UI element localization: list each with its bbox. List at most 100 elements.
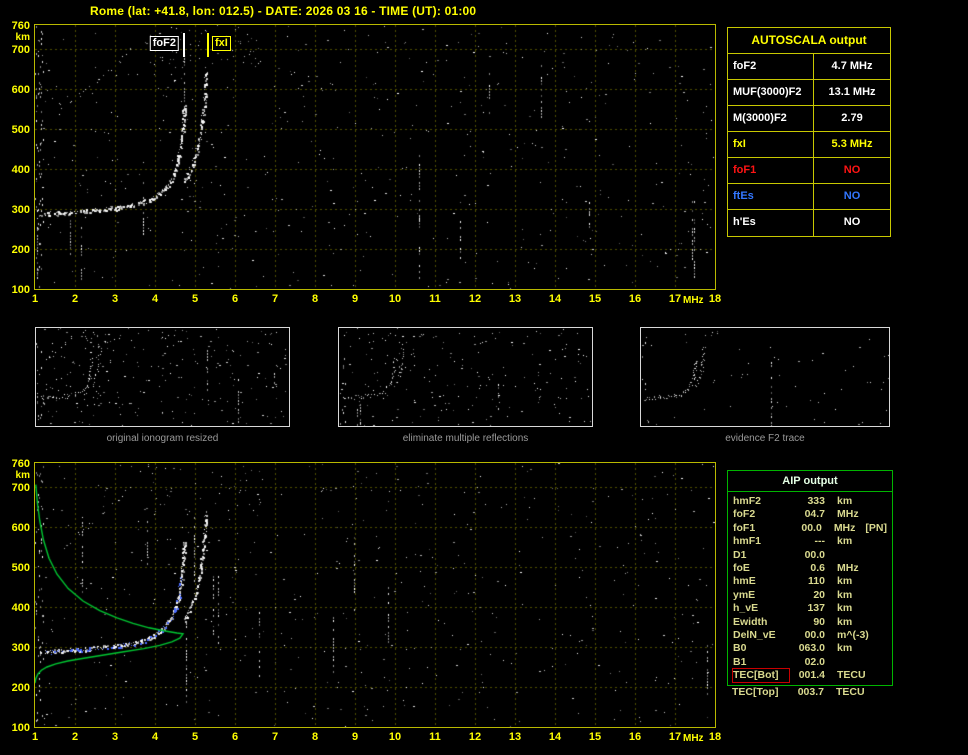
parameter-name: hmF1: [733, 535, 762, 548]
parameter-value: 001.4: [798, 669, 825, 682]
x-tick-label: 9: [351, 293, 359, 305]
parameter-name: foE: [733, 561, 750, 574]
parameter-name: B0: [733, 642, 747, 655]
autoscala-output-table: AUTOSCALA output foF2 4.7 MHz MUF(3000)F2 1…: [727, 27, 891, 237]
parameter-name: TEC[Top]: [732, 686, 779, 698]
parameter-name: foF2: [728, 54, 814, 79]
y-tick-label: 400: [11, 602, 30, 614]
x-tick-label: 5: [191, 731, 199, 743]
ionogram-plot-interpreted: 1 2 3 4 5 6 7 8 9 10 11 12 13 14 15 16 17 18 MHz 760 700 600 5…: [12, 458, 721, 744]
x-tick-label: 11: [429, 293, 441, 305]
x-tick-label: 3: [111, 293, 119, 305]
parameter-unit: km: [837, 495, 853, 507]
y-tick-label: 200: [11, 682, 30, 694]
parameter-name: DelN_vE: [733, 628, 776, 641]
parameter-note: [PN]: [865, 521, 887, 534]
parameter-name: h'Es: [728, 210, 814, 236]
parameter-unit: TECU: [836, 686, 865, 698]
autoscala-row-m-3000-f2: M(3000)F2 2.79: [728, 106, 890, 132]
parameter-name: B1: [733, 655, 747, 668]
thumbnail-caption-f2-trace: evidence F2 trace: [725, 433, 805, 444]
autoscala-table-rows: foF2 4.7 MHz MUF(3000)F2 13.1 MHz M(3000)F2 2…: [728, 54, 890, 236]
fof2-marker-line: [183, 33, 185, 57]
x-tick-label: 2: [71, 293, 79, 305]
aip-row-fof1: foF1 00.0 MHz [PN]: [728, 522, 892, 535]
thumbnail-original-ionogram: [35, 327, 290, 427]
y-tick-label: 500: [11, 124, 30, 136]
parameter-name: fxI: [728, 132, 814, 157]
parameter-name: hmF2: [733, 495, 762, 507]
parameter-unit: MHz: [837, 508, 859, 521]
parameter-value: 00.0: [804, 628, 825, 641]
fof2-marker-label: foF2: [149, 36, 179, 51]
parameter-value: NO: [843, 190, 861, 202]
y-tick-label: 700: [11, 482, 30, 494]
autoscala-table-title: AUTOSCALA output: [728, 28, 890, 54]
aip-output-table: AIP output hmF2 333 km foF2 04.7 MHz foF1 00.0 M…: [727, 470, 893, 687]
parameter-value: 00.0: [804, 548, 825, 561]
fxi-marker-label: fxI: [212, 36, 231, 51]
aip-row-fof2: foF2 04.7 MHz: [728, 508, 892, 521]
x-tick-label: 6: [231, 293, 239, 305]
autoscala-row-muf-3000-f2: MUF(3000)F2 13.1 MHz: [728, 80, 890, 106]
aip-row-tec-bot-: TEC[Bot] 001.4 TECU: [728, 668, 892, 684]
parameter-unit: MHz: [833, 521, 856, 534]
aip-row-d1: D1 00.0: [728, 549, 892, 562]
aip-row-yme: ymE 20 km: [728, 589, 892, 602]
parameter-name: ftEs: [728, 184, 814, 209]
thumbnail-canvas-multiples-removed: [339, 328, 592, 426]
thumbnail-caption-original: original ionogram resized: [106, 433, 219, 444]
x-axis-unit: MHz: [683, 733, 704, 744]
parameter-name: foF1: [733, 521, 756, 534]
x-tick-label: 18: [708, 293, 722, 305]
parameter-value: 90: [813, 615, 825, 628]
aip-row-h-ve: h_vE 137 km: [728, 602, 892, 615]
x-tick-label: 11: [429, 731, 441, 743]
x-tick-label: 4: [151, 731, 159, 743]
thumbnail-multiples-removed: [338, 327, 593, 427]
y-tick-label: 300: [11, 204, 30, 216]
parameter-value: 13.1 MHz: [828, 86, 876, 98]
parameter-value: 5.3 MHz: [831, 138, 873, 150]
x-tick-label: 9: [351, 731, 359, 743]
y-tick-label: 760: [11, 458, 30, 470]
x-tick-label: 5: [191, 293, 199, 305]
parameter-name: D1: [733, 548, 747, 561]
thumbnail-caption-multiples-removed: eliminate multiple reflections: [402, 433, 529, 444]
parameter-value: 333: [807, 495, 825, 507]
x-tick-label: 6: [231, 731, 239, 743]
autoscala-row-fxi: fxI 5.3 MHz: [728, 132, 890, 158]
autoscala-row-fof1: foF1 NO: [728, 158, 890, 184]
parameter-value: 4.7 MHz: [831, 60, 873, 72]
parameter-value: 003.7: [797, 686, 824, 698]
parameter-unit: km: [837, 588, 853, 601]
x-tick-label: 17: [668, 293, 682, 305]
parameter-value: NO: [843, 164, 861, 176]
x-tick-label: 2: [71, 731, 79, 743]
ionogram-plot-recorded: foF2 fxI 1 2 3 4 5 6 7 8 9 10 11 12 13 14 15 16 17 18 MHz 7…: [12, 20, 721, 306]
aip-row-b0: B0 063.0 km: [728, 642, 892, 655]
aip-row-b1: B1 02.0: [728, 656, 892, 669]
thumbnail-canvas-f2-trace: [641, 328, 889, 426]
x-tick-label: 12: [468, 293, 482, 305]
x-axis-unit: MHz: [683, 295, 704, 306]
parameter-value: 137: [807, 602, 825, 615]
parameter-unit: m^(-3): [837, 628, 869, 641]
y-axis-unit: km: [15, 470, 30, 481]
x-tick-label: 14: [548, 293, 562, 305]
x-tick-label: 13: [508, 293, 522, 305]
aip-row-hmf1: hmF1 --- km: [728, 535, 892, 548]
parameter-value: 2.79: [841, 112, 863, 124]
autoscala-window: Rome (lat: +41.8, lon: 012.5) - DATE: 20…: [0, 0, 968, 755]
y-tick-label: 700: [11, 44, 30, 56]
y-tick-label: 760: [11, 20, 30, 32]
autoscala-row-h-es: h'Es NO: [728, 210, 890, 236]
aip-table-title: AIP output: [728, 471, 892, 492]
y-tick-label: 500: [11, 562, 30, 574]
parameter-value: 063.0: [798, 642, 825, 655]
aip-row-foe: foE 0.6 MHz: [728, 562, 892, 575]
ionogram-canvas-interpreted: [35, 463, 715, 727]
x-tick-label: 15: [588, 731, 602, 743]
parameter-value: 110: [808, 575, 825, 588]
x-tick-label: 15: [588, 293, 602, 305]
